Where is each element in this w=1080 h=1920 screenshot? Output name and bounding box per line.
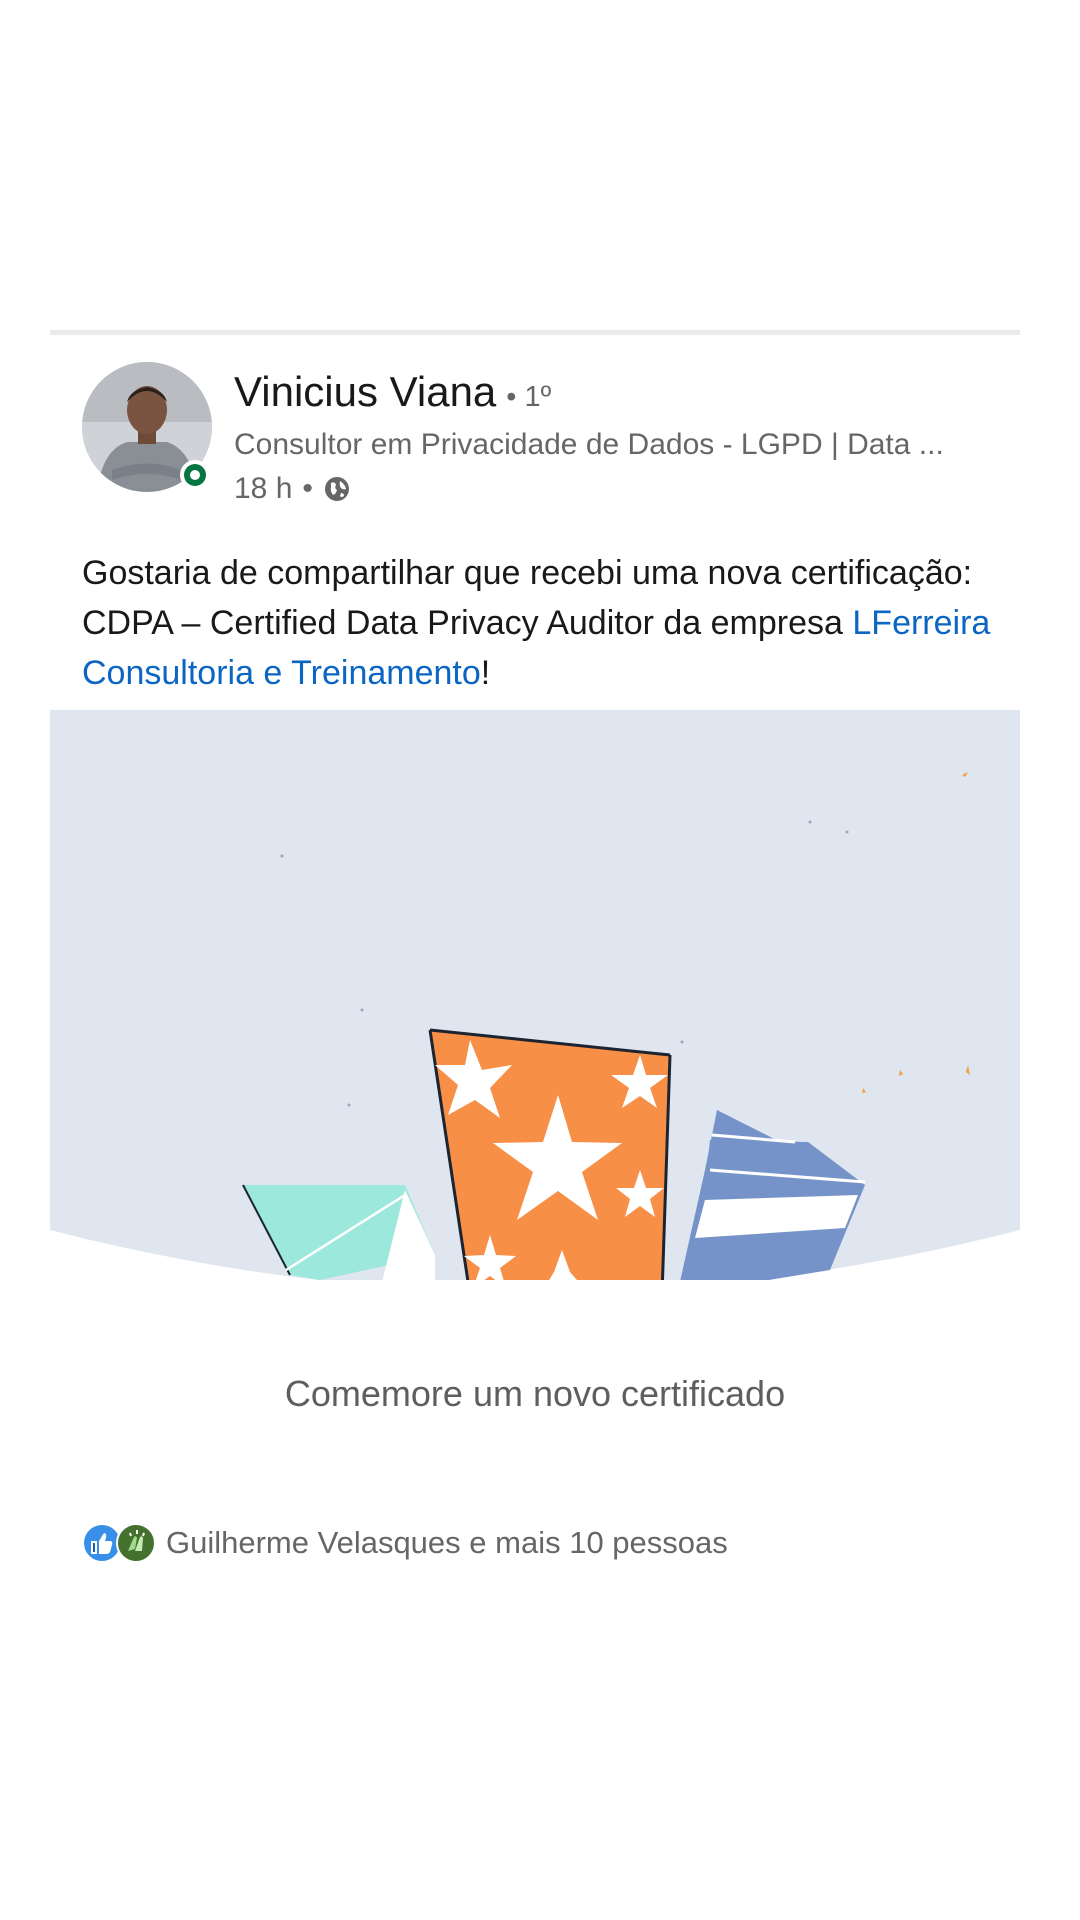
online-status-indicator: [180, 460, 210, 490]
card-divider: [50, 330, 1020, 335]
author-name-line[interactable]: Vinicius Viana • 1º: [234, 368, 551, 416]
reactions-summary[interactable]: Guilherme Velasques e mais 10 pessoas: [82, 1523, 728, 1563]
celebrate-icon: [116, 1523, 156, 1563]
post-meta: 18 h •: [234, 472, 351, 506]
post-time: 18 h: [234, 472, 293, 505]
celebration-image[interactable]: [50, 710, 1020, 1280]
reactions-count-text[interactable]: Guilherme Velasques e mais 10 pessoas: [166, 1525, 728, 1561]
post-text-end: !: [480, 654, 491, 692]
post-body-text: Gostaria de compartilhar que recebi uma …: [82, 548, 1002, 698]
post-text-main: Gostaria de compartilhar que recebi uma …: [82, 554, 973, 642]
feed-post-card: Vinicius Viana • 1º Consultor em Privaci…: [50, 330, 1020, 1630]
reaction-icons: [82, 1523, 158, 1563]
celebration-caption: Comemore um novo certificado: [284, 1373, 786, 1414]
globe-icon: [323, 475, 351, 503]
author-headline: Consultor em Privacidade de Dados - LGPD…: [234, 428, 944, 461]
connection-degree: • 1º: [506, 381, 552, 413]
author-avatar[interactable]: [82, 362, 212, 492]
author-name[interactable]: Vinicius Viana: [234, 368, 496, 416]
meta-separator: •: [302, 472, 313, 505]
